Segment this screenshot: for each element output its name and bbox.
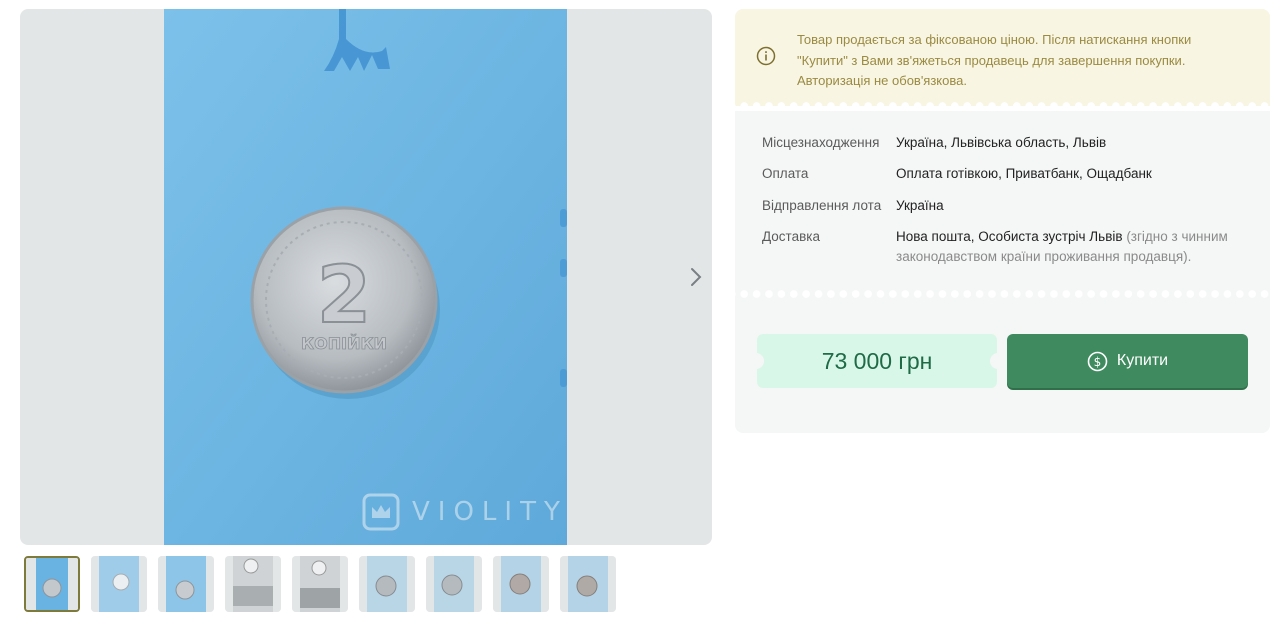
perforation-divider (735, 101, 1270, 111)
thumbnail-strip (24, 556, 616, 612)
location-label: Місцезнаходження (762, 135, 880, 150)
thumbnail[interactable] (24, 556, 80, 612)
thumbnail[interactable] (292, 556, 348, 612)
info-icon (756, 46, 776, 66)
location-value: Україна, Львівська область, Львів (896, 135, 1107, 150)
thumbnail[interactable] (158, 556, 214, 612)
coin-denomination: 2 (317, 251, 371, 341)
buy-button-label: Купити (1116, 352, 1169, 369)
coin-photo: 2 КОПІЙКИ (164, 9, 567, 545)
thumbnail[interactable] (91, 556, 147, 612)
shipping-label: Відправлення лота (762, 198, 882, 213)
chevron-right-icon (691, 268, 702, 286)
price-value: 73 000 грн (821, 347, 933, 374)
thumbnail[interactable] (426, 556, 482, 612)
payment-value: Оплата готівкою, Приватбанк, Ощадбанк (896, 166, 1152, 181)
thumbnail[interactable] (560, 556, 616, 612)
notice-text: Товар продається за фіксованою ціною. Пі… (797, 32, 1192, 88)
delivery-value: Нова пошта, Особиста зустріч Львів (896, 229, 1123, 244)
photo-gallery: 2 КОПІЙКИ VIOLITY (20, 9, 712, 545)
thumbnail[interactable] (493, 556, 549, 612)
delivery-value-block: Нова пошта, Особиста зустріч Львів (згід… (896, 227, 1256, 267)
dollar-circle-icon: $ (1087, 351, 1108, 371)
svg-text:$: $ (1094, 355, 1102, 369)
buy-button[interactable]: $ Купити (1007, 334, 1248, 388)
fixed-price-notice: Товар продається за фіксованою ціною. Пі… (735, 9, 1270, 106)
coin-word: КОПІЙКИ (301, 334, 387, 353)
delivery-label: Доставка (762, 229, 820, 244)
watermark: VIOLITY (362, 493, 568, 531)
payment-label: Оплата (762, 166, 809, 181)
price-tag: 73 000 грн (748, 334, 1006, 388)
next-photo-button[interactable] (684, 261, 708, 293)
thumbnail[interactable] (225, 556, 281, 612)
thumbnail[interactable] (359, 556, 415, 612)
main-photo[interactable]: 2 КОПІЙКИ (164, 9, 567, 545)
crown-logo-icon (362, 493, 400, 531)
watermark-text: VIOLITY (412, 497, 568, 527)
shipping-value: Україна (896, 198, 944, 213)
perforation-divider (735, 289, 1270, 299)
